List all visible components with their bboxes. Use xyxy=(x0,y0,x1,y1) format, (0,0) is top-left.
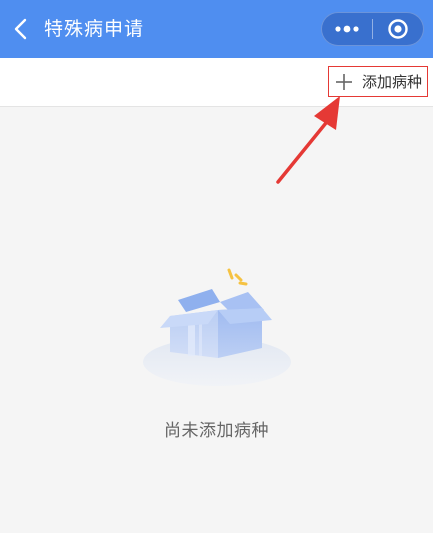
chevron-left-icon xyxy=(14,18,27,40)
action-toolbar: 添加病种 xyxy=(0,58,433,107)
plus-icon xyxy=(334,72,354,92)
back-button[interactable] xyxy=(6,12,36,46)
navigation-bar: 特殊病申请 xyxy=(0,0,433,58)
more-button[interactable] xyxy=(322,13,372,45)
target-circle-icon xyxy=(388,19,408,39)
open-box-icon xyxy=(143,268,291,386)
empty-state-message: 尚未添加病种 xyxy=(164,421,269,441)
more-dots-icon xyxy=(335,25,359,33)
close-button[interactable] xyxy=(373,13,423,45)
mini-program-capsule xyxy=(321,12,424,46)
page-title: 特殊病申请 xyxy=(44,18,145,40)
annotation-arrow xyxy=(276,96,340,184)
add-disease-label: 添加病种 xyxy=(362,73,423,91)
